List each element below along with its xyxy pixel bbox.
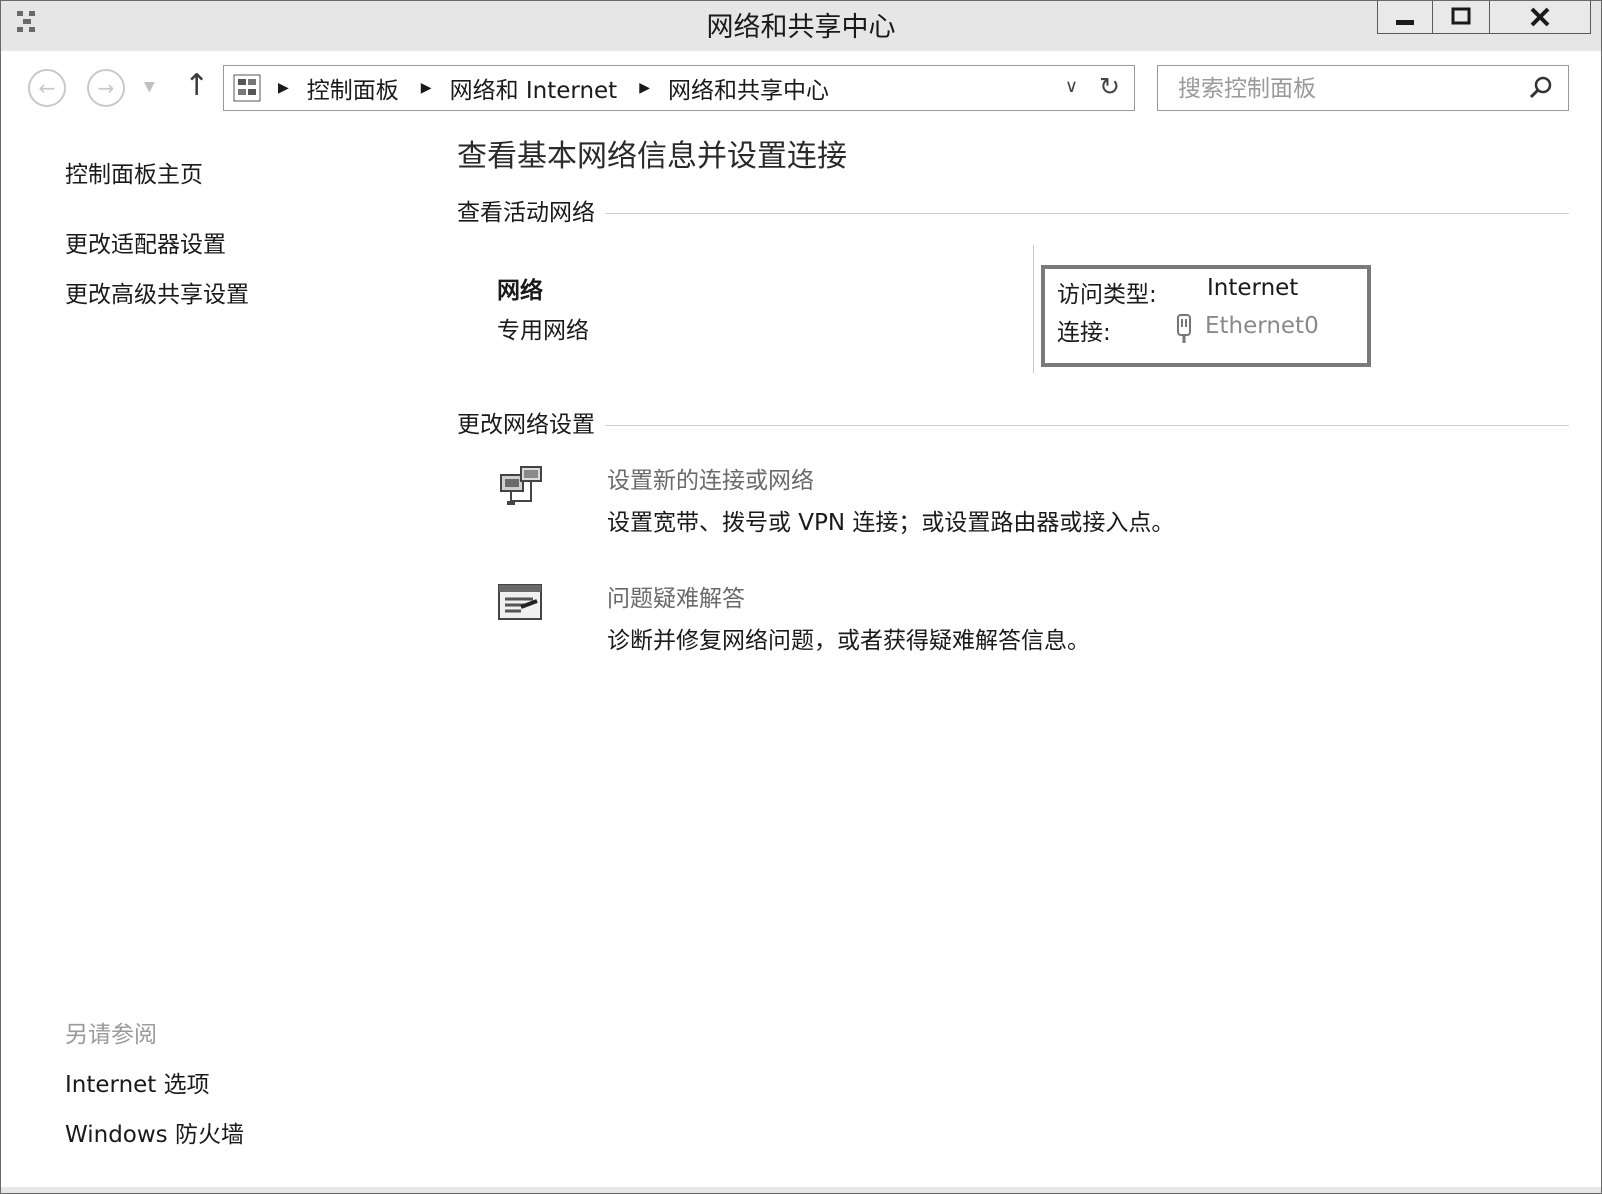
maximize-button[interactable] (1433, 1, 1490, 34)
connection-label: 连接: (1057, 320, 1111, 346)
chevron-right-icon[interactable]: ▶ (639, 80, 650, 96)
vertical-divider (1033, 245, 1034, 373)
up-arrow-icon: ↑ (184, 68, 210, 103)
setup-new-connection-desc: 设置宽带、拨号或 VPN 连接；或设置路由器或接入点。 (607, 510, 1175, 536)
close-icon (1530, 7, 1550, 27)
windows-firewall-link[interactable]: Windows 防火墙 (65, 1115, 244, 1149)
divider (605, 424, 1569, 426)
refresh-icon: ↻ (1099, 72, 1120, 101)
minimize-button[interactable] (1377, 1, 1433, 34)
troubleshoot-desc: 诊断并修复网络问题，或者获得疑难解答信息。 (607, 628, 1090, 654)
breadcrumb: ▶ 控制面板 ▶ 网络和 Internet ▶ 网络和共享中心 (232, 66, 851, 110)
left-pane: 控制面板主页 更改适配器设置 更改高级共享设置 另请参阅 Internet 选项… (1, 121, 441, 1193)
change-settings-heading: 更改网络设置 (457, 405, 1569, 439)
task-troubleshoot: 问题疑难解答 诊断并修复网络问题，或者获得疑难解答信息。 (497, 579, 1497, 675)
network-info-box: 访问类型: Internet 连接: Ethernet0 (1041, 265, 1371, 367)
connection-link[interactable]: Ethernet0 (1205, 313, 1319, 339)
breadcrumb-network-internet[interactable]: 网络和 Internet (450, 71, 618, 105)
change-settings-label: 更改网络设置 (457, 412, 595, 438)
page-title: 查看基本网络信息并设置连接 (457, 139, 847, 174)
navigation-bar: ← → ▼ ↑ ▶ 控制面板 ▶ 网络和 Internet ▶ 网络和共享中心 … (1, 51, 1601, 121)
close-button[interactable] (1490, 1, 1591, 34)
window-controls (1377, 1, 1591, 35)
chevron-down-icon: ∨ (1064, 76, 1078, 97)
access-type-label: 访问类型: (1057, 282, 1157, 308)
search-box (1157, 65, 1569, 111)
window-title: 网络和共享中心 (706, 12, 896, 43)
ethernet-icon (1177, 314, 1191, 343)
back-arrow-icon: ← (38, 76, 56, 100)
address-dropdown-button[interactable]: ∨ (1065, 76, 1078, 97)
up-button[interactable]: ↑ (184, 69, 209, 103)
search-input[interactable] (1176, 72, 1520, 106)
change-adapter-settings-link[interactable]: 更改适配器设置 (65, 225, 226, 259)
forward-arrow-icon: → (97, 76, 115, 100)
active-networks-heading: 查看活动网络 (457, 193, 1569, 227)
divider (605, 212, 1569, 214)
search-icon[interactable] (1528, 75, 1554, 101)
breadcrumb-control-panel[interactable]: 控制面板 (307, 71, 399, 105)
maximize-icon (1451, 7, 1471, 25)
see-also-heading: 另请参阅 (65, 1022, 157, 1048)
breadcrumb-network-sharing-center[interactable]: 网络和共享中心 (668, 71, 829, 105)
change-advanced-sharing-link[interactable]: 更改高级共享设置 (65, 275, 249, 309)
network-sharing-center-window: 网络和共享中心 ← → ▼ ↑ ▶ 控制面板 ▶ 网络和 Internet ▶ … (0, 0, 1602, 1194)
chevron-right-icon[interactable]: ▶ (421, 80, 432, 96)
control-panel-home-link[interactable]: 控制面板主页 (65, 155, 203, 189)
refresh-button[interactable]: ↻ (1099, 72, 1120, 101)
content-area: 控制面板主页 更改适配器设置 更改高级共享设置 另请参阅 Internet 选项… (1, 121, 1601, 1193)
access-type-value: Internet (1207, 275, 1299, 301)
recent-locations-button[interactable]: ▼ (144, 79, 155, 95)
chevron-right-icon[interactable]: ▶ (278, 80, 289, 96)
forward-button[interactable]: → (87, 69, 125, 107)
address-bar[interactable]: ▶ 控制面板 ▶ 网络和 Internet ▶ 网络和共享中心 ∨ ↻ (223, 65, 1135, 111)
title-bar: 网络和共享中心 (1, 1, 1601, 49)
control-panel-icon (233, 74, 261, 102)
internet-options-link[interactable]: Internet 选项 (65, 1065, 210, 1099)
network-type-link[interactable]: 专用网络 (497, 311, 589, 345)
troubleshoot-link[interactable]: 问题疑难解答 (607, 579, 745, 613)
minimize-icon (1396, 20, 1414, 25)
task-new-connection: 设置新的连接或网络 设置宽带、拨号或 VPN 连接；或设置路由器或接入点。 (497, 461, 1497, 557)
active-networks-label: 查看活动网络 (457, 200, 595, 226)
network-setup-icon (500, 466, 542, 505)
main-pane: 查看基本网络信息并设置连接 查看活动网络 网络 专用网络 访问类型: Inter… (457, 121, 1569, 1193)
network-name: 网络 (497, 278, 543, 304)
window-bottom-border (1, 1187, 1601, 1193)
troubleshoot-icon (498, 584, 542, 620)
back-button[interactable]: ← (28, 69, 66, 107)
setup-new-connection-link[interactable]: 设置新的连接或网络 (607, 461, 814, 495)
